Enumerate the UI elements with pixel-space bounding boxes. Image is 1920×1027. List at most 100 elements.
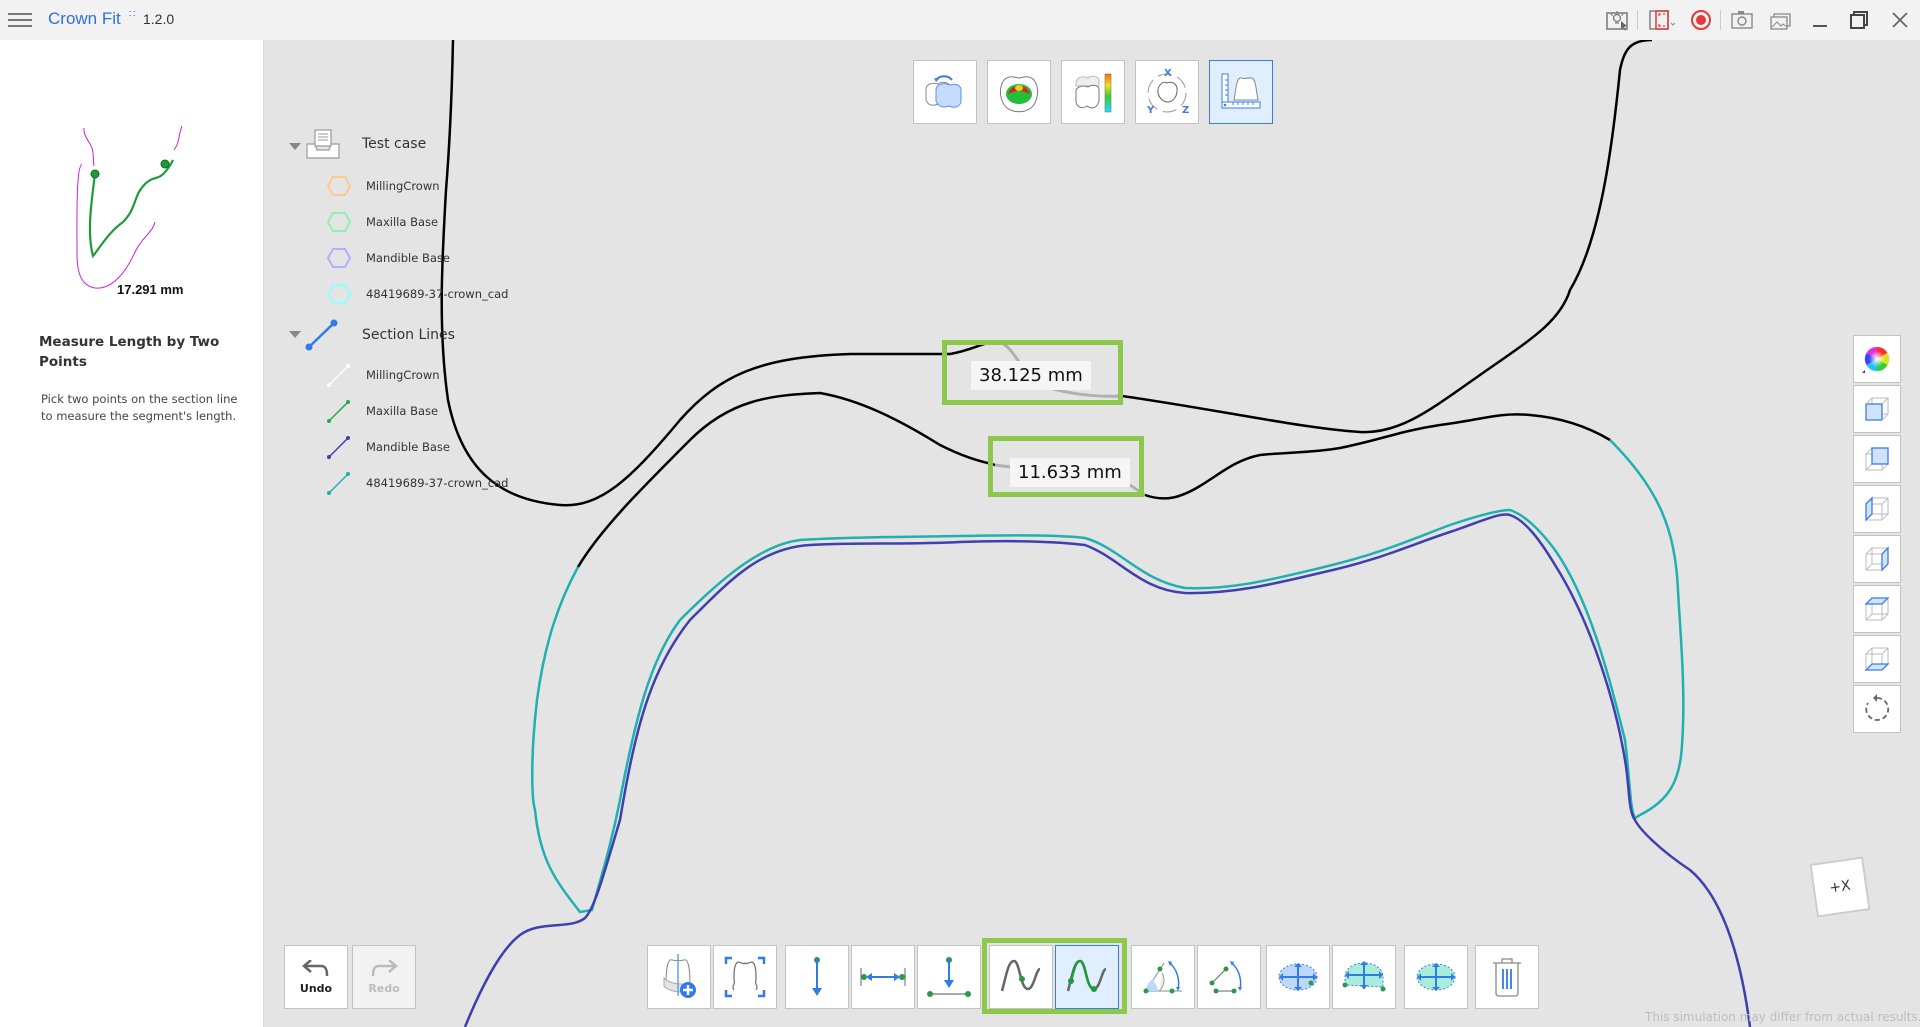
capture-region-icon[interactable] xyxy=(1646,6,1682,34)
trash-icon xyxy=(1493,958,1521,997)
simulation-disclaimer: This simulation may differ from actual r… xyxy=(1645,1010,1920,1024)
section-viewport[interactable] xyxy=(265,40,1920,1027)
tree-group-section-lines[interactable]: Section Lines xyxy=(305,319,455,351)
toolbar-divider xyxy=(1720,10,1721,30)
tree-group-test-case[interactable]: Test case xyxy=(305,129,426,159)
rotate-xyz-tool[interactable]: X Y Z xyxy=(1135,60,1199,124)
tree-item-label: 48419689-37-crown_cad xyxy=(366,287,509,301)
end-point-marker xyxy=(160,159,170,169)
horizontal-distance-icon xyxy=(860,968,906,986)
collapse-test-case-caret[interactable] xyxy=(289,143,301,150)
measurement-label-length[interactable]: 11.633 mm xyxy=(1010,458,1130,487)
tree-item[interactable]: Maxilla Base xyxy=(326,396,438,426)
svg-text:X: X xyxy=(1164,68,1172,79)
bottom-view[interactable] xyxy=(1853,635,1901,683)
vertical-distance-tool[interactable] xyxy=(785,945,849,1009)
front-view[interactable] xyxy=(1853,385,1901,433)
contact-map-icon xyxy=(999,76,1039,113)
orientation-cube[interactable]: +X xyxy=(1809,856,1871,918)
distance-color-map-tool[interactable] xyxy=(1061,60,1125,124)
app-version: 1.2.0 xyxy=(143,11,175,27)
two-point-length-tool[interactable] xyxy=(1055,945,1119,1009)
measurement-label-length[interactable]: 38.125 mm xyxy=(971,361,1091,390)
tree-item-label: 48419689-37-crown_cad xyxy=(366,476,509,490)
color-picker-view[interactable] xyxy=(1853,335,1901,383)
occlusion-adjust-tool[interactable] xyxy=(913,60,977,124)
close-icon[interactable] xyxy=(1888,6,1912,34)
hexagon-icon xyxy=(326,212,352,232)
curve-point-icon xyxy=(1000,959,1041,992)
measure-preview-illustration xyxy=(76,125,183,289)
tool-title: Measure Length by Two Points xyxy=(39,334,220,370)
section-measure-tool[interactable] xyxy=(1209,60,1273,124)
restore-icon[interactable] xyxy=(1847,6,1871,34)
tree-item[interactable]: Mandible Base xyxy=(326,243,450,273)
area-segment-tool[interactable] xyxy=(1332,945,1396,1009)
hamburger-menu-icon[interactable] xyxy=(8,10,32,30)
cube-front-icon xyxy=(1865,397,1889,421)
tree-item[interactable]: MillingCrown xyxy=(326,360,440,390)
contact-map-tool[interactable] xyxy=(987,60,1051,124)
ruler-section-icon xyxy=(1221,73,1261,109)
section-line-crown-cad xyxy=(531,439,1685,914)
tree-item[interactable]: 48419689-37-crown_cad xyxy=(326,468,508,498)
section-curves xyxy=(440,40,1752,1027)
tips-icon[interactable] xyxy=(1604,6,1632,34)
right-view[interactable] xyxy=(1853,535,1901,583)
color-scale-icon xyxy=(1075,73,1112,113)
case-tray-icon xyxy=(306,129,340,159)
reset-rotate-icon xyxy=(1865,694,1890,721)
section-line-lower-right xyxy=(1144,413,1611,500)
tree-item[interactable]: 48419689-37-crown_cad xyxy=(326,279,508,309)
fit-section-tool[interactable] xyxy=(713,945,777,1009)
reset-view[interactable] xyxy=(1853,685,1901,733)
tree-group-label: Section Lines xyxy=(362,327,455,343)
undo-button[interactable]: Undo xyxy=(284,945,348,1009)
horizontal-distance-tool[interactable] xyxy=(851,945,915,1009)
section-line-icon xyxy=(305,319,338,351)
cube-top-icon xyxy=(1864,597,1890,621)
preview-measurement-label: 17.291 mm xyxy=(117,282,184,297)
cube-right-icon xyxy=(1865,546,1889,572)
fit-section-icon xyxy=(724,956,766,998)
tool-guide-panel: 17.291 mm Measure Length by Two Points P… xyxy=(0,40,264,1027)
three-point-angle-tool[interactable] xyxy=(1197,945,1261,1009)
delete-tool[interactable] xyxy=(1475,945,1539,1009)
screenshot-icon[interactable] xyxy=(1728,6,1756,34)
collapse-section-lines-caret[interactable] xyxy=(289,331,301,338)
tree-item-label: Mandible Base xyxy=(366,251,450,265)
left-view[interactable] xyxy=(1853,485,1901,533)
angle-protractor-tool[interactable] xyxy=(1131,945,1195,1009)
tree-item-label: Mandible Base xyxy=(366,440,450,454)
back-view[interactable] xyxy=(1853,435,1901,483)
tree-group-label: Test case xyxy=(362,136,427,152)
xyz-rotate-icon: X Y Z xyxy=(1146,68,1189,116)
gallery-icon[interactable] xyxy=(1767,6,1795,34)
curve-point-length-tool[interactable] xyxy=(989,945,1053,1009)
add-section-tool[interactable] xyxy=(647,945,711,1009)
app-badge-icon: ∷ xyxy=(129,9,135,20)
hexagon-icon xyxy=(326,248,352,268)
redo-label: Redo xyxy=(368,981,400,995)
tree-item[interactable]: Maxilla Base xyxy=(326,207,438,237)
hexagon-icon xyxy=(326,176,352,196)
hexagon-icon xyxy=(326,284,352,304)
minimize-icon[interactable] xyxy=(1808,6,1832,34)
perpendicular-distance-tool[interactable] xyxy=(917,945,981,1009)
color-wheel-icon xyxy=(1862,346,1890,373)
full-area-icon xyxy=(1416,963,1456,991)
tree-item-label: Maxilla Base xyxy=(366,404,439,418)
undo-arrow-icon xyxy=(302,959,329,976)
undo-label: Undo xyxy=(299,981,333,995)
toolbar-divider xyxy=(1637,10,1638,30)
tree-item-label: Maxilla Base xyxy=(366,215,439,229)
tree-item[interactable]: Mandible Base xyxy=(326,432,450,462)
top-view[interactable] xyxy=(1853,585,1901,633)
record-icon[interactable] xyxy=(1688,6,1714,34)
tree-item[interactable]: MillingCrown xyxy=(326,171,440,201)
area-ellipse-tool[interactable] xyxy=(1266,945,1330,1009)
area-full-tool[interactable] xyxy=(1404,945,1468,1009)
start-point-marker xyxy=(90,169,100,179)
add-section-icon xyxy=(663,954,696,998)
redo-button[interactable]: Redo xyxy=(352,945,416,1009)
